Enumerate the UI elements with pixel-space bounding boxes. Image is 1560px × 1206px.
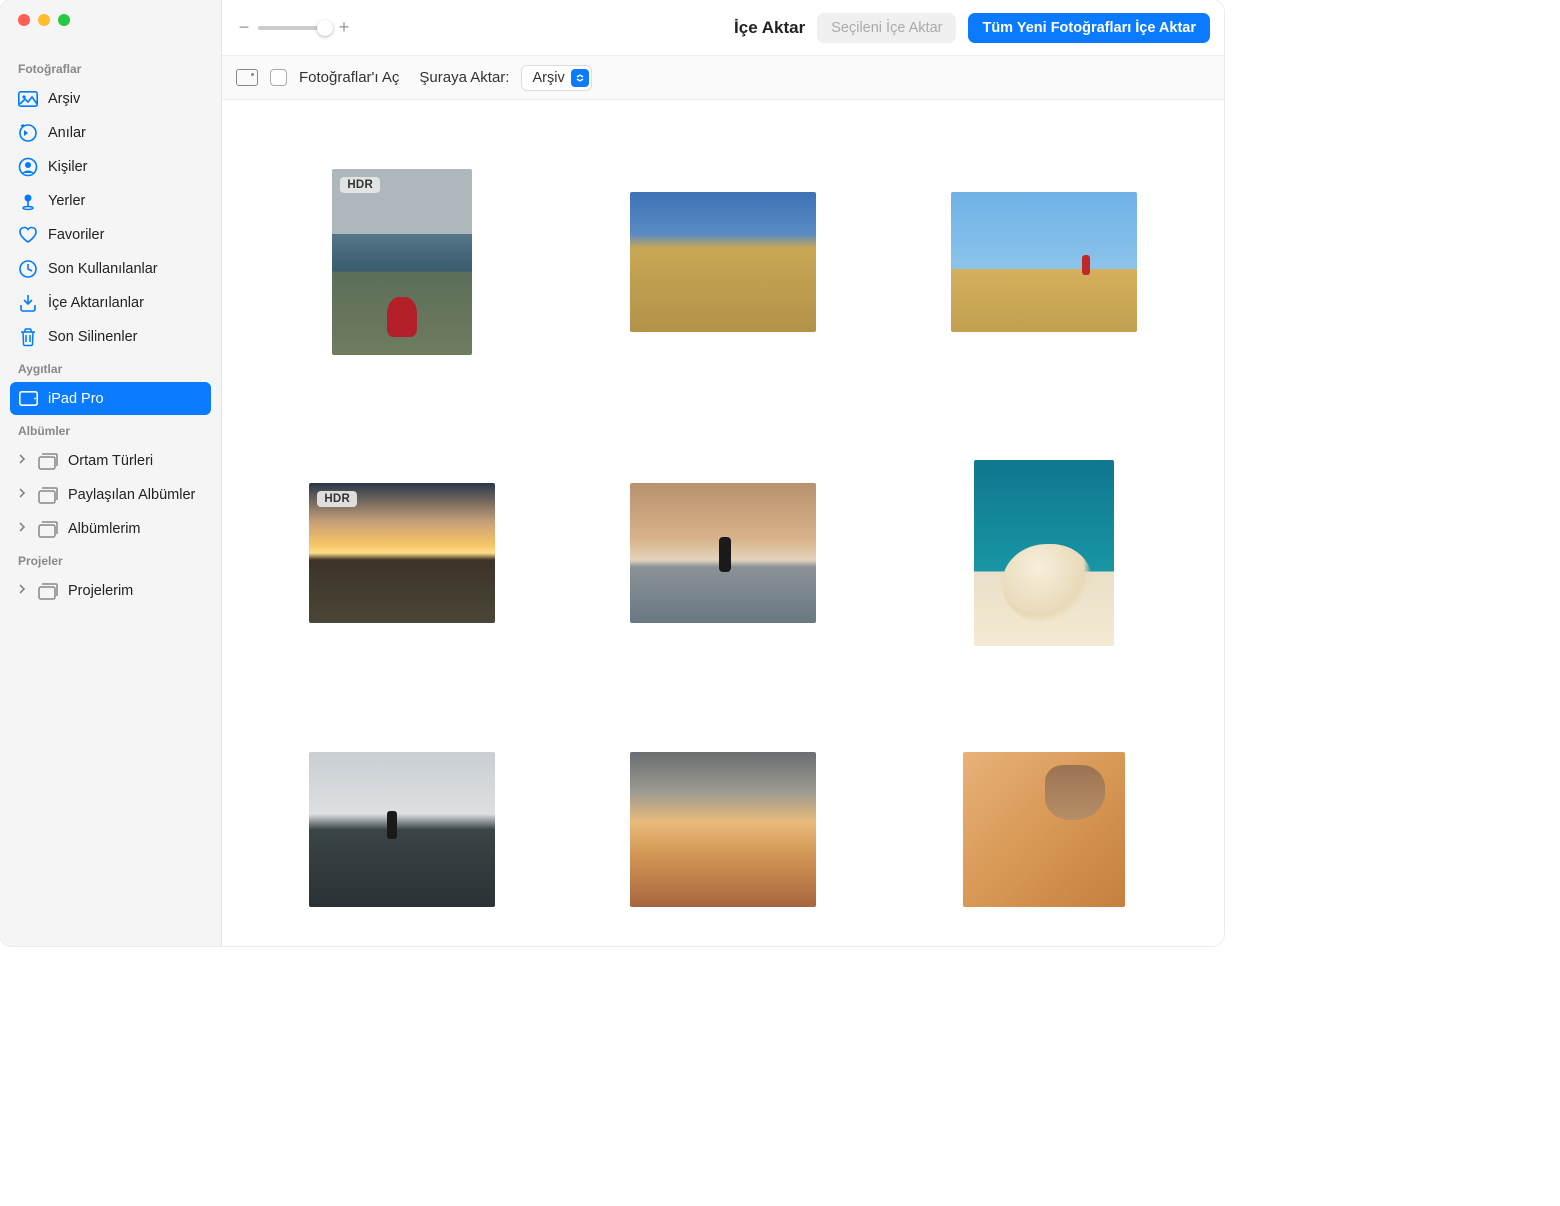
import-icon [18,293,38,313]
sidebar-item-recently-deleted[interactable]: Son Silinenler [10,320,211,353]
zoom-slider-knob[interactable] [317,20,333,36]
zoom-control: − + [236,17,352,38]
photo-image [630,752,816,907]
window-controls [0,14,221,26]
zoom-out-button[interactable]: − [236,17,252,38]
photo-thumbnail[interactable] [630,483,816,623]
sidebar-item-my-albums[interactable]: Albümlerim [10,512,211,545]
photo-image [630,192,816,332]
fullscreen-window-button[interactable] [58,14,70,26]
album-stack-icon [38,485,58,505]
page-title: İçe Aktar [734,18,805,38]
clock-icon [18,259,38,279]
sidebar-item-places[interactable]: Yerler [10,184,211,217]
open-photos-checkbox[interactable] [270,69,287,86]
sidebar-item-label: Kişiler [48,159,87,175]
library-icon [18,89,38,109]
photo-image [630,483,816,623]
photo-image [974,460,1114,646]
app-window: Fotoğraflar Arşiv Anılar Kişiler Yerler [0,0,1224,946]
hdr-badge: HDR [340,177,380,193]
photo-grid: HDR HDR [222,100,1224,946]
sidebar-item-shared-albums[interactable]: Paylaşılan Albümler [10,478,211,511]
zoom-in-button[interactable]: + [336,17,352,38]
photo-image [309,752,495,907]
sidebar-item-label: Ortam Türleri [68,453,153,469]
album-stack-icon [38,581,58,601]
chevron-right-icon [18,583,30,599]
sidebar-item-label: İçe Aktarılanlar [48,295,144,311]
memories-icon [18,123,38,143]
sidebar-item-favorites[interactable]: Favoriler [10,218,211,251]
album-stack-icon [38,451,58,471]
toolbar: − + İçe Aktar Seçileni İçe Aktar Tüm Yen… [222,0,1224,56]
sidebar-item-imports[interactable]: İçe Aktarılanlar [10,286,211,319]
sidebar-item-media-types[interactable]: Ortam Türleri [10,444,211,477]
import-to-value: Arşiv [532,70,564,86]
photo-image [951,192,1137,332]
sidebar-item-library[interactable]: Arşiv [10,82,211,115]
sidebar-item-label: Yerler [48,193,85,209]
sidebar-section-projects: Projeler [0,550,221,574]
sidebar-item-label: Albümlerim [68,521,141,537]
sidebar-item-label: Son Kullanılanlar [48,261,158,277]
minimize-window-button[interactable] [38,14,50,26]
photo-image [332,169,472,355]
sidebar-item-people[interactable]: Kişiler [10,150,211,183]
chevron-right-icon [18,487,30,503]
places-icon [18,191,38,211]
album-stack-icon [38,519,58,539]
sidebar-item-ipad-pro[interactable]: iPad Pro [10,382,211,415]
sidebar-item-label: Arşiv [48,91,80,107]
sidebar-item-recents[interactable]: Son Kullanılanlar [10,252,211,285]
photo-thumbnail[interactable] [630,192,816,332]
import-to-select[interactable]: Arşiv [521,65,591,91]
import-all-button[interactable]: Tüm Yeni Fotoğrafları İçe Aktar [968,13,1210,43]
sidebar-item-memories[interactable]: Anılar [10,116,211,149]
sidebar-item-label: iPad Pro [48,391,104,407]
chevron-right-icon [18,521,30,537]
sidebar-section-albums: Albümler [0,420,221,444]
chevron-down-icon [571,69,589,87]
close-window-button[interactable] [18,14,30,26]
main-content: − + İçe Aktar Seçileni İçe Aktar Tüm Yen… [222,0,1224,946]
import-options-bar: Fotoğraflar'ı Aç Şuraya Aktar: Arşiv [222,56,1224,100]
sidebar-item-label: Projelerim [68,583,133,599]
sidebar-section-photos: Fotoğraflar [0,58,221,82]
sidebar-item-label: Paylaşılan Albümler [68,487,195,503]
sidebar-section-devices: Aygıtlar [0,358,221,382]
sidebar-item-label: Son Silinenler [48,329,137,345]
photo-thumbnail[interactable] [974,460,1114,646]
photo-thumbnail[interactable] [951,192,1137,332]
photo-thumbnail[interactable] [309,752,495,907]
photo-thumbnail[interactable] [630,752,816,907]
photo-image [963,752,1125,907]
heart-icon [18,225,38,245]
photo-thumbnail[interactable]: HDR [309,483,495,623]
sidebar-item-label: Favoriler [48,227,104,243]
sidebar-item-label: Anılar [48,125,86,141]
open-photos-label: Fotoğraflar'ı Aç [299,69,399,86]
sidebar-item-my-projects[interactable]: Projelerim [10,574,211,607]
chevron-right-icon [18,453,30,469]
zoom-slider[interactable] [258,26,330,30]
sidebar: Fotoğraflar Arşiv Anılar Kişiler Yerler [0,0,222,946]
import-to-label: Şuraya Aktar: [419,69,509,86]
trash-icon [18,327,38,347]
ipad-icon [18,389,38,409]
people-icon [18,157,38,177]
device-icon [236,69,258,86]
hdr-badge: HDR [317,491,357,507]
photo-thumbnail[interactable]: HDR [332,169,472,355]
photo-thumbnail[interactable] [963,752,1125,907]
import-selected-button[interactable]: Seçileni İçe Aktar [817,13,956,43]
